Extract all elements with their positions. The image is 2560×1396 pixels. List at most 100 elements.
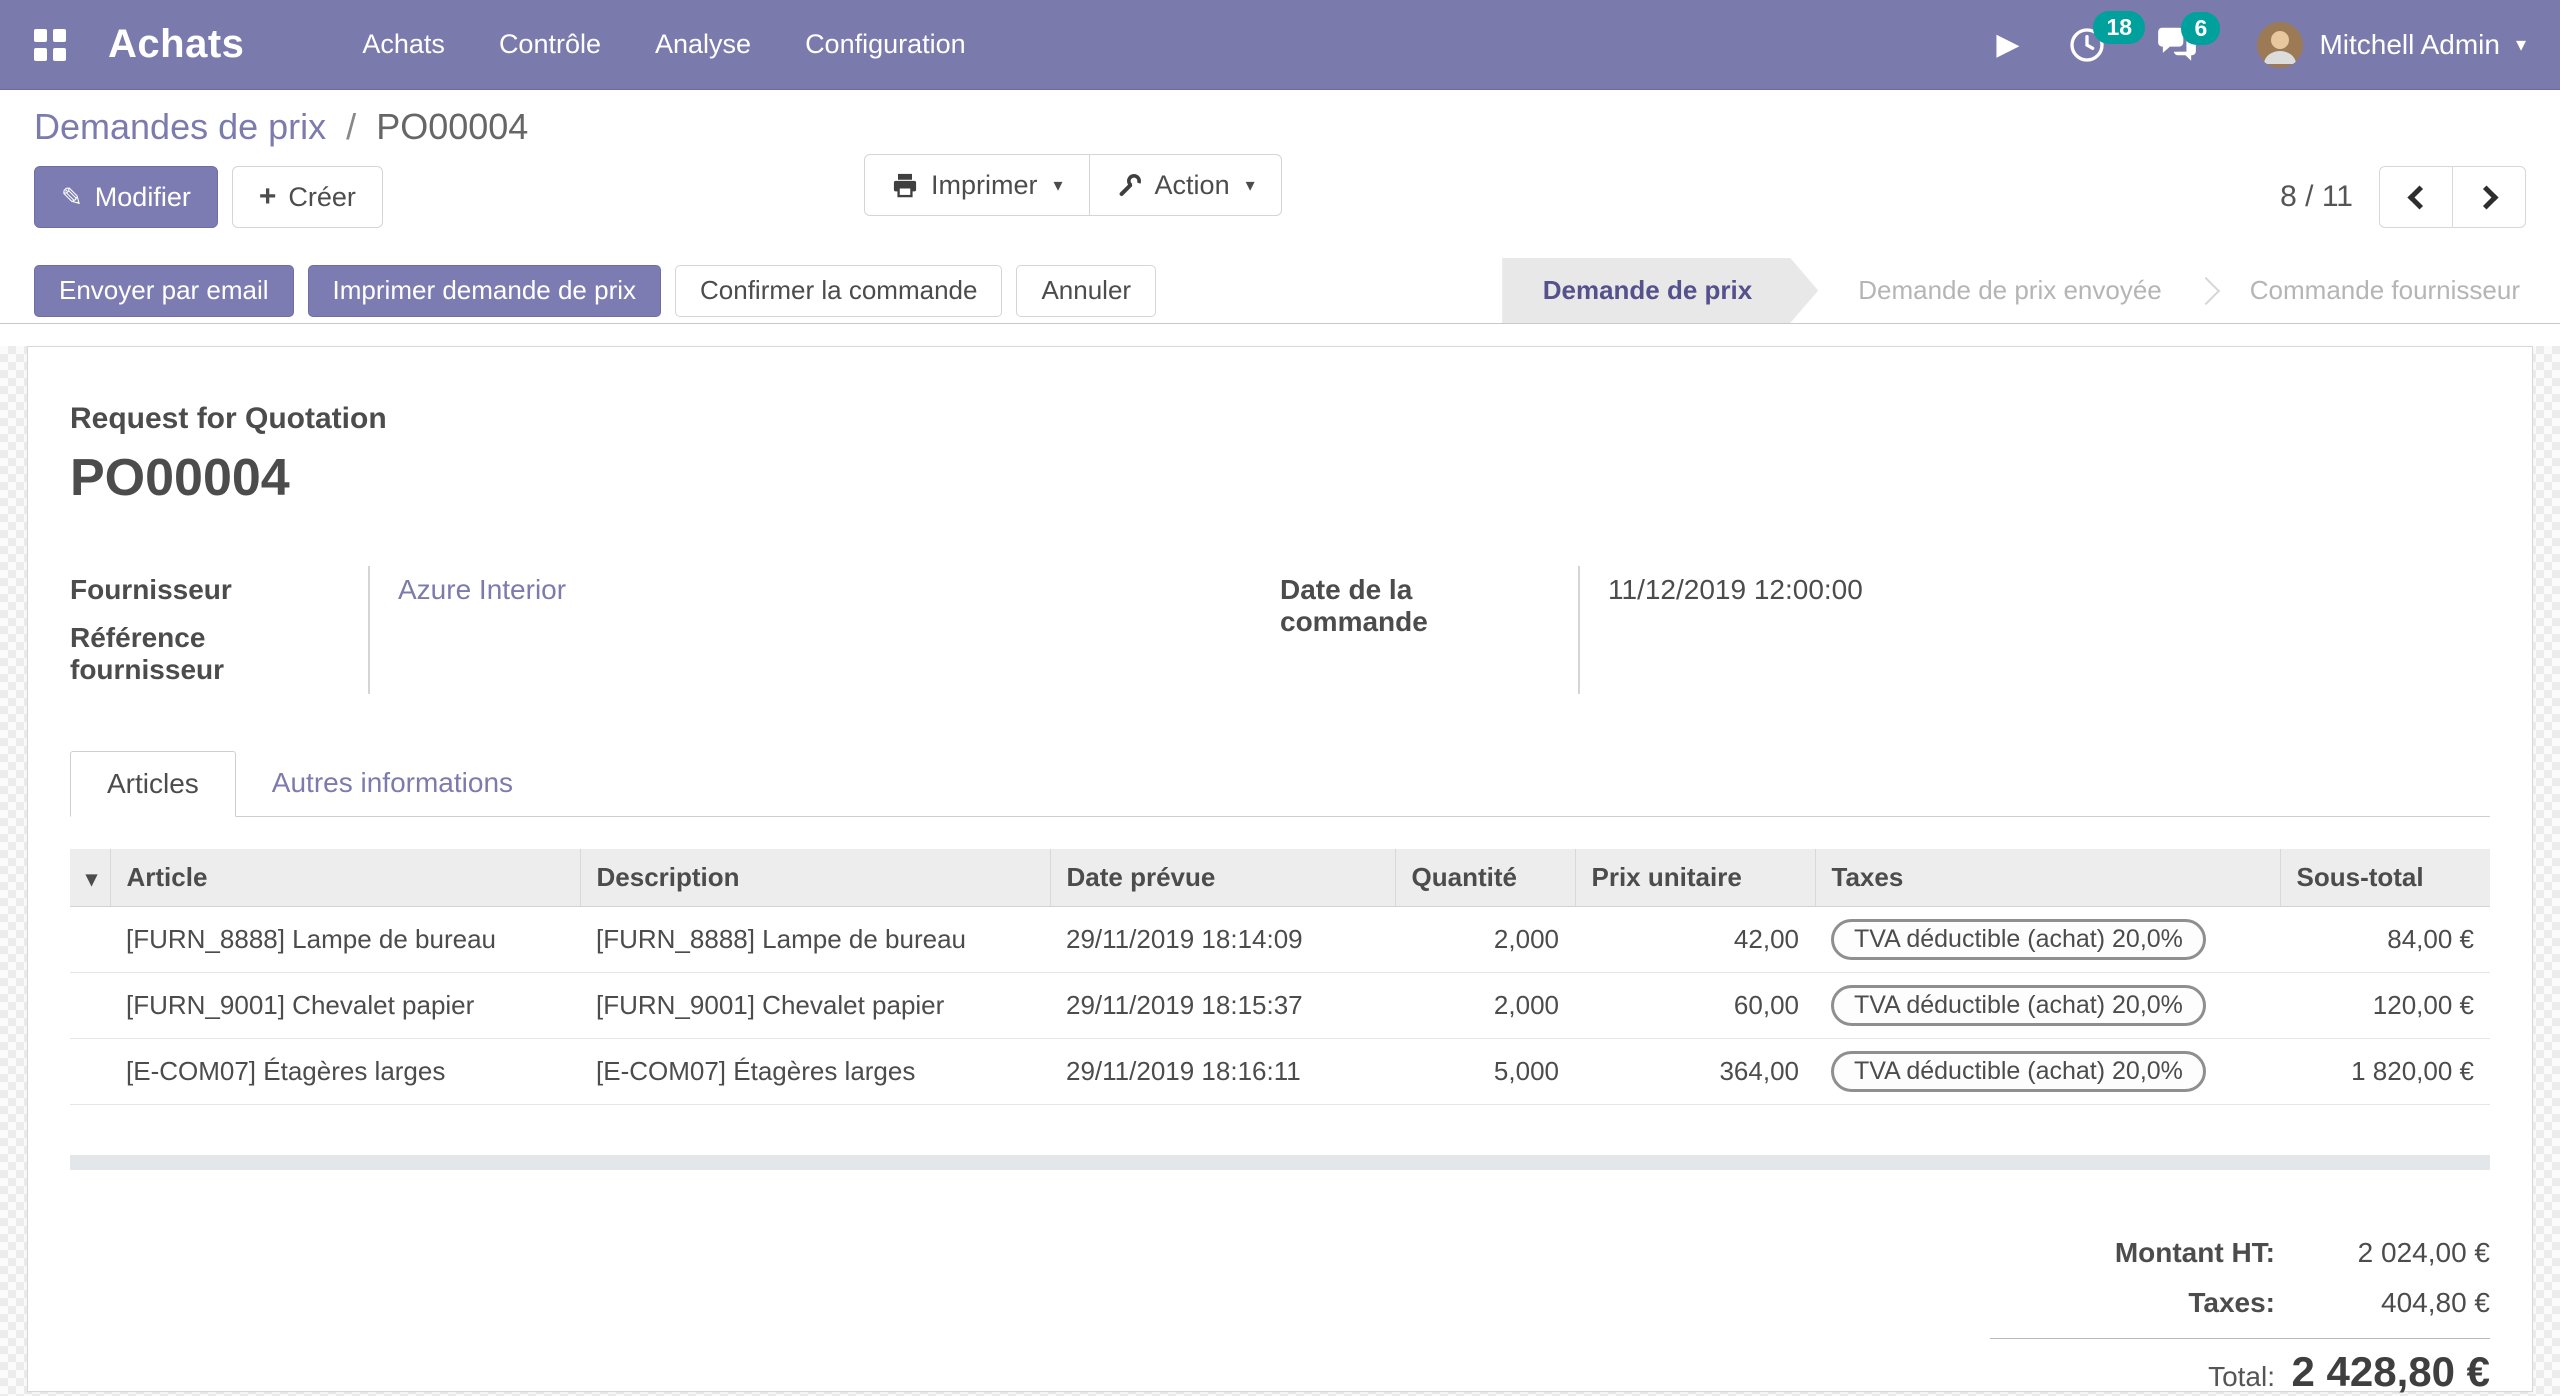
step-rfq-sent[interactable]: Demande de prix envoyée [1818, 258, 2202, 323]
document-subtitle: Request for Quotation [70, 402, 2490, 436]
cancel-button[interactable]: Annuler [1016, 265, 1156, 317]
header-article[interactable]: Article [110, 849, 580, 907]
messages-button[interactable]: 6 [2155, 26, 2199, 64]
table-header: ▾ Article Description Date prévue Quanti… [70, 849, 2490, 907]
table-row[interactable]: [E-COM07] Étagères larges [E-COM07] Étag… [70, 1039, 2490, 1105]
total-row: Total: 2 428,80 € [1990, 1339, 2490, 1396]
print-action-group: Imprimer ▾ Action ▾ [864, 154, 1282, 216]
order-date-label: Date de la commande [1280, 566, 1580, 694]
pager: 8 / 11 [2280, 166, 2526, 228]
menu-achats[interactable]: Achats [362, 29, 445, 60]
cell-subtotal: 84,00 € [2280, 907, 2490, 973]
untaxed-amount-label: Montant HT: [1990, 1237, 2275, 1269]
activities-button[interactable]: 18 [2067, 25, 2107, 65]
step-purchase-order[interactable]: Commande fournisseur [2210, 258, 2560, 323]
header-description[interactable]: Description [580, 849, 1050, 907]
header-sous-total[interactable]: Sous-total [2280, 849, 2490, 907]
chevron-left-icon [2407, 185, 2431, 209]
table-footer-bar [70, 1155, 2490, 1170]
field-group-left: Fournisseur Azure Interior Référence fou… [70, 566, 1280, 694]
create-button-label: Créer [288, 182, 356, 213]
row-handle-cell [70, 907, 110, 973]
chevron-down-icon: ▾ [1246, 176, 1255, 194]
app-brand[interactable]: Achats [108, 22, 244, 67]
step-rfq[interactable]: Demande de prix [1503, 258, 1819, 323]
totals-block: Montant HT: 2 024,00 € Taxes: 404,80 € T… [1990, 1228, 2490, 1396]
pager-previous-button[interactable] [2379, 166, 2453, 228]
notebook-tabs: Articles Autres informations [70, 750, 2490, 817]
header-quantite[interactable]: Quantité [1395, 849, 1575, 907]
column-toggle-icon: ▾ [86, 866, 97, 891]
printer-icon [891, 171, 919, 199]
cell-qty: 2,000 [1395, 907, 1575, 973]
document-sheet: Request for Quotation PO00004 Fournisseu… [27, 346, 2533, 1392]
table-row[interactable]: [FURN_8888] Lampe de bureau [FURN_8888] … [70, 907, 2490, 973]
tab-articles[interactable]: Articles [70, 751, 236, 817]
field-groups: Fournisseur Azure Interior Référence fou… [70, 566, 2490, 694]
cell-price: 42,00 [1575, 907, 1815, 973]
statusbar: Envoyer par email Imprimer demande de pr… [0, 258, 2560, 324]
total-label: Total: [1990, 1361, 2275, 1393]
top-navbar: Achats Achats Contrôle Analyse Configura… [0, 0, 2560, 90]
tab-other-info[interactable]: Autres informations [236, 751, 549, 817]
supplier-link[interactable]: Azure Interior [398, 574, 566, 605]
send-by-email-button[interactable]: Envoyer par email [34, 265, 294, 317]
confirm-order-button[interactable]: Confirmer la commande [675, 265, 1002, 317]
breadcrumb-separator: / [346, 106, 356, 147]
cell-price: 60,00 [1575, 973, 1815, 1039]
cell-subtotal: 120,00 € [2280, 973, 2490, 1039]
pager-next-button[interactable] [2452, 166, 2526, 228]
breadcrumb-parent[interactable]: Demandes de prix [34, 106, 326, 147]
cell-subtotal: 1 820,00 € [2280, 1039, 2490, 1105]
print-menu-button[interactable]: Imprimer ▾ [864, 154, 1090, 216]
header-date-prevue[interactable]: Date prévue [1050, 849, 1395, 907]
supplier-ref-label: Référence fournisseur [70, 614, 370, 694]
taxes-row: Taxes: 404,80 € [1990, 1278, 2490, 1328]
edit-button[interactable]: ✎ Modifier [34, 166, 218, 228]
cell-description: [FURN_8888] Lampe de bureau [580, 907, 1050, 973]
cell-date: 29/11/2019 18:15:37 [1050, 973, 1395, 1039]
menu-analyse[interactable]: Analyse [655, 29, 751, 60]
plus-icon: + [259, 182, 277, 212]
tax-badge: TVA déductible (achat) 20,0% [1831, 1051, 2206, 1092]
menu-controle[interactable]: Contrôle [499, 29, 601, 60]
cell-description: [E-COM07] Étagères larges [580, 1039, 1050, 1105]
header-prix-unitaire[interactable]: Prix unitaire [1575, 849, 1815, 907]
edit-button-label: Modifier [95, 182, 191, 213]
print-rfq-button[interactable]: Imprimer demande de prix [308, 265, 661, 317]
avatar [2257, 22, 2303, 68]
control-panel: Demandes de prix / PO00004 ✎ Modifier + … [0, 90, 2560, 258]
table-row[interactable]: [FURN_9001] Chevalet papier [FURN_9001] … [70, 973, 2490, 1039]
play-tour-icon[interactable]: ▶ [1996, 30, 2019, 60]
apps-menu-icon[interactable] [34, 29, 66, 61]
cell-taxes: TVA déductible (achat) 20,0% [1815, 1039, 2280, 1105]
cell-taxes: TVA déductible (achat) 20,0% [1815, 973, 2280, 1039]
breadcrumb: Demandes de prix / PO00004 [34, 106, 2526, 148]
cell-date: 29/11/2019 18:16:11 [1050, 1039, 1395, 1105]
untaxed-amount-row: Montant HT: 2 024,00 € [1990, 1228, 2490, 1278]
supplier-ref-value[interactable] [370, 614, 1280, 694]
control-panel-buttons: ✎ Modifier + Créer Imprimer ▾ [34, 166, 2526, 228]
menu-configuration[interactable]: Configuration [805, 29, 966, 60]
status-steps: Demande de prix Demande de prix envoyée … [1502, 258, 2560, 323]
pager-buttons [2379, 166, 2526, 228]
untaxed-amount-value: 2 024,00 € [2275, 1237, 2490, 1269]
create-button[interactable]: + Créer [232, 166, 383, 228]
row-handle-cell [70, 973, 110, 1039]
header-taxes[interactable]: Taxes [1815, 849, 2280, 907]
cell-article: [FURN_8888] Lampe de bureau [110, 907, 580, 973]
grid-square [34, 29, 47, 42]
order-date-value[interactable]: 11/12/2019 12:00:00 [1580, 566, 2450, 694]
user-name: Mitchell Admin [2319, 29, 2500, 61]
order-lines-table: ▾ Article Description Date prévue Quanti… [70, 849, 2490, 1105]
taxes-value: 404,80 € [2275, 1287, 2490, 1319]
row-handle-cell [70, 1039, 110, 1105]
cell-article: [E-COM07] Étagères larges [110, 1039, 580, 1105]
action-menu-button[interactable]: Action ▾ [1089, 154, 1282, 216]
messages-count-badge: 6 [2181, 12, 2220, 46]
column-toggle-header[interactable]: ▾ [70, 849, 110, 907]
grid-square [53, 48, 66, 61]
cell-price: 364,00 [1575, 1039, 1815, 1105]
user-menu[interactable]: Mitchell Admin ▾ [2257, 22, 2526, 68]
supplier-label: Fournisseur [70, 566, 370, 614]
